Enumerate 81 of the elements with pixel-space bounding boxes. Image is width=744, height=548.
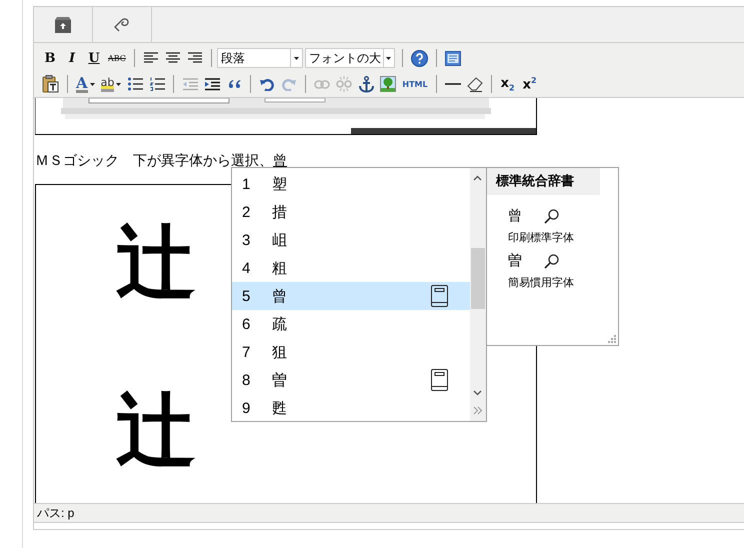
candidate-item[interactable]: 7 狙 <box>232 338 470 366</box>
status-path: パス: p <box>37 504 74 522</box>
text-color-button[interactable]: A <box>73 73 98 95</box>
scroll-down-icon[interactable] <box>473 390 482 396</box>
strike-button[interactable]: ABC <box>105 47 129 69</box>
caret-icon <box>294 56 299 60</box>
document-icon <box>444 50 461 66</box>
candidate-number: 4 <box>242 260 252 276</box>
candidate-character: 塑 <box>272 174 287 194</box>
numbered-list-icon <box>150 77 165 91</box>
outdent-icon <box>182 78 198 90</box>
superscript-button[interactable]: x$^{2}$ <box>518 73 541 95</box>
book-icon[interactable] <box>431 285 448 307</box>
candidate-number: 5 <box>242 288 252 304</box>
caret-icon <box>116 82 122 86</box>
align-left-icon <box>144 52 158 64</box>
clipboard-icon <box>42 75 59 93</box>
box-icon <box>55 16 71 32</box>
image-icon <box>380 76 396 92</box>
font-style-label: 簡易慣用字体 <box>508 276 575 290</box>
bullet-list-icon <box>128 77 143 91</box>
candidate-item[interactable]: 4 粗 <box>232 254 470 282</box>
subscript-button[interactable]: x$_{2}$ <box>496 73 519 95</box>
candidate-character: 疏 <box>272 314 287 334</box>
caret-icon <box>90 82 95 86</box>
italic-button[interactable]: I <box>61 47 83 69</box>
candidate-number: 9 <box>242 400 252 416</box>
undo-icon <box>260 77 274 91</box>
align-center-icon <box>166 52 180 64</box>
candidate-number: 1 <box>242 176 252 192</box>
align-right-icon <box>188 52 202 64</box>
candidate-item[interactable]: 2 措 <box>232 198 470 226</box>
candidate-character: 曽 <box>272 370 287 390</box>
candidate-number: 8 <box>242 372 252 388</box>
dictionary-character: 曽 <box>508 252 522 270</box>
swirl-icon <box>114 18 130 32</box>
candidate-character: 粗 <box>272 258 287 278</box>
underline-button[interactable]: U <box>83 47 105 69</box>
candidate-character: 措 <box>272 202 287 222</box>
caret-icon <box>386 56 392 60</box>
bold-button[interactable]: B <box>39 47 61 69</box>
unlink-icon <box>336 76 352 92</box>
font-style-label: 印刷標準字体 <box>508 230 575 245</box>
redo-icon <box>282 77 296 91</box>
candidate-number: 7 <box>242 344 252 360</box>
candidate-item[interactable]: 9 甦 <box>232 394 470 422</box>
quote-icon <box>228 79 241 89</box>
candidate-number: 6 <box>242 316 252 332</box>
book-icon[interactable] <box>431 369 448 391</box>
scrollbar[interactable] <box>470 168 486 421</box>
resize-grip-icon[interactable] <box>608 335 616 343</box>
search-icon[interactable] <box>544 254 559 268</box>
indent-icon <box>204 78 220 90</box>
dictionary-title: 標準統合辞書 <box>487 168 600 195</box>
scroll-up-icon[interactable] <box>473 175 482 181</box>
link-icon <box>314 80 330 88</box>
candidate-item[interactable]: 6 疏 <box>232 310 470 338</box>
help-icon <box>410 50 428 66</box>
eraser-icon <box>466 76 483 92</box>
search-icon[interactable] <box>544 208 559 224</box>
candidate-item[interactable]: 8 曽 <box>232 366 470 394</box>
format-dropdown[interactable]: フォントの大 <box>304 48 395 68</box>
scrollbar-thumb[interactable] <box>471 248 485 309</box>
anchor-icon <box>358 76 374 92</box>
candidate-character: 甦 <box>272 398 287 418</box>
candidate-number: 3 <box>242 232 252 248</box>
format-dropdown[interactable]: 段落 <box>216 48 303 68</box>
html-button[interactable]: HTML <box>399 73 431 95</box>
candidate-character: 狙 <box>272 342 287 362</box>
candidate-item[interactable]: 1 塑 <box>232 170 470 198</box>
candidate-item[interactable]: 3 岨 <box>232 226 470 254</box>
paragraph-text: ＭＳゴシック 下が異字体から選択、曾 <box>35 152 287 170</box>
dictionary-character: 曾 <box>508 207 522 225</box>
candidate-character: 岨 <box>272 230 287 250</box>
horizontal-rule-icon <box>444 82 461 86</box>
candidate-item[interactable]: 5 曾 <box>232 282 470 310</box>
large-character: 辻 <box>116 385 196 477</box>
large-character: 辻 <box>116 217 196 309</box>
candidate-character: 曾 <box>272 286 287 306</box>
highlight-button[interactable]: ab <box>98 73 124 95</box>
candidate-number: 2 <box>242 204 252 220</box>
